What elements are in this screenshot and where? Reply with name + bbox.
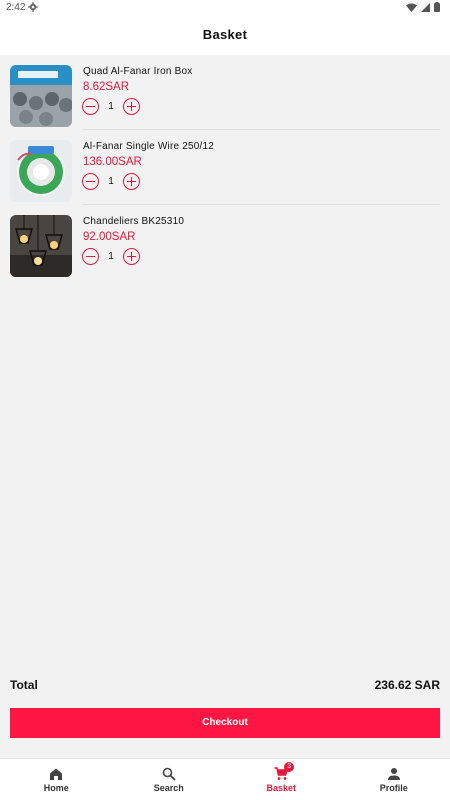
nav-label: Search: [153, 783, 184, 793]
product-image: [10, 140, 72, 202]
minus-icon: [86, 105, 95, 108]
nav-label: Profile: [379, 783, 408, 793]
decrease-quantity-button[interactable]: [82, 98, 99, 115]
decrease-quantity-button[interactable]: [82, 173, 99, 190]
total-value: 236.62 SAR: [374, 678, 440, 692]
wifi-icon: [406, 3, 417, 12]
quantity-stepper: 1: [82, 173, 140, 190]
status-time: 2:42: [6, 2, 26, 13]
quantity-value: 1: [108, 101, 114, 112]
product-image: [10, 215, 72, 277]
quantity-value: 1: [108, 176, 114, 187]
product-image: [10, 65, 72, 127]
nav-item-profile[interactable]: Profile: [338, 759, 450, 800]
minus-icon: [86, 180, 95, 183]
increase-quantity-button[interactable]: [123, 248, 140, 265]
basket-item[interactable]: Chandeliers BK25310 92.00SAR 1: [0, 205, 450, 280]
product-name: Al-Fanar Single Wire 250/12: [83, 141, 215, 152]
bottom-nav: Home Search 3 Basket Profile: [0, 758, 450, 800]
quantity-stepper: 1: [82, 248, 140, 265]
product-price: 136.00SAR: [83, 156, 142, 168]
nav-label: Basket: [266, 783, 297, 793]
quantity-stepper: 1: [82, 98, 140, 115]
decrease-quantity-button[interactable]: [82, 248, 99, 265]
increase-quantity-button[interactable]: [123, 98, 140, 115]
minus-icon: [86, 255, 95, 258]
product-price: 8.62SAR: [83, 81, 130, 93]
app-bar: Basket: [0, 16, 450, 55]
product-name: Quad Al-Fanar Iron Box: [83, 66, 193, 77]
person-icon: [387, 768, 400, 780]
total-label: Total: [10, 678, 38, 692]
status-bar: 2:42: [0, 0, 450, 16]
product-name: Chandeliers BK25310: [83, 216, 185, 227]
total-row: Total 236.62 SAR: [10, 678, 440, 694]
basket-item[interactable]: Al-Fanar Single Wire 250/12 136.00SAR 1: [0, 130, 450, 205]
increase-quantity-button[interactable]: [123, 173, 140, 190]
product-price: 92.00SAR: [83, 231, 136, 243]
cart-count-badge: 3: [284, 762, 295, 772]
nav-item-search[interactable]: Search: [113, 759, 226, 800]
home-icon: [50, 768, 63, 780]
basket-list: Quad Al-Fanar Iron Box 8.62SAR 1 Al-Fana…: [0, 55, 450, 280]
nav-label: Home: [43, 783, 69, 793]
basket-item[interactable]: Quad Al-Fanar Iron Box 8.62SAR 1: [0, 55, 450, 130]
page-title: Basket: [202, 27, 248, 42]
signal-icon: [421, 2, 430, 12]
nav-item-home[interactable]: Home: [0, 759, 113, 800]
nav-item-basket[interactable]: 3 Basket: [225, 759, 338, 800]
checkout-button[interactable]: Checkout: [10, 708, 440, 738]
search-icon: [162, 767, 176, 781]
settings-gear-icon: [28, 2, 38, 12]
quantity-value: 1: [108, 251, 114, 262]
battery-icon: [434, 2, 440, 12]
